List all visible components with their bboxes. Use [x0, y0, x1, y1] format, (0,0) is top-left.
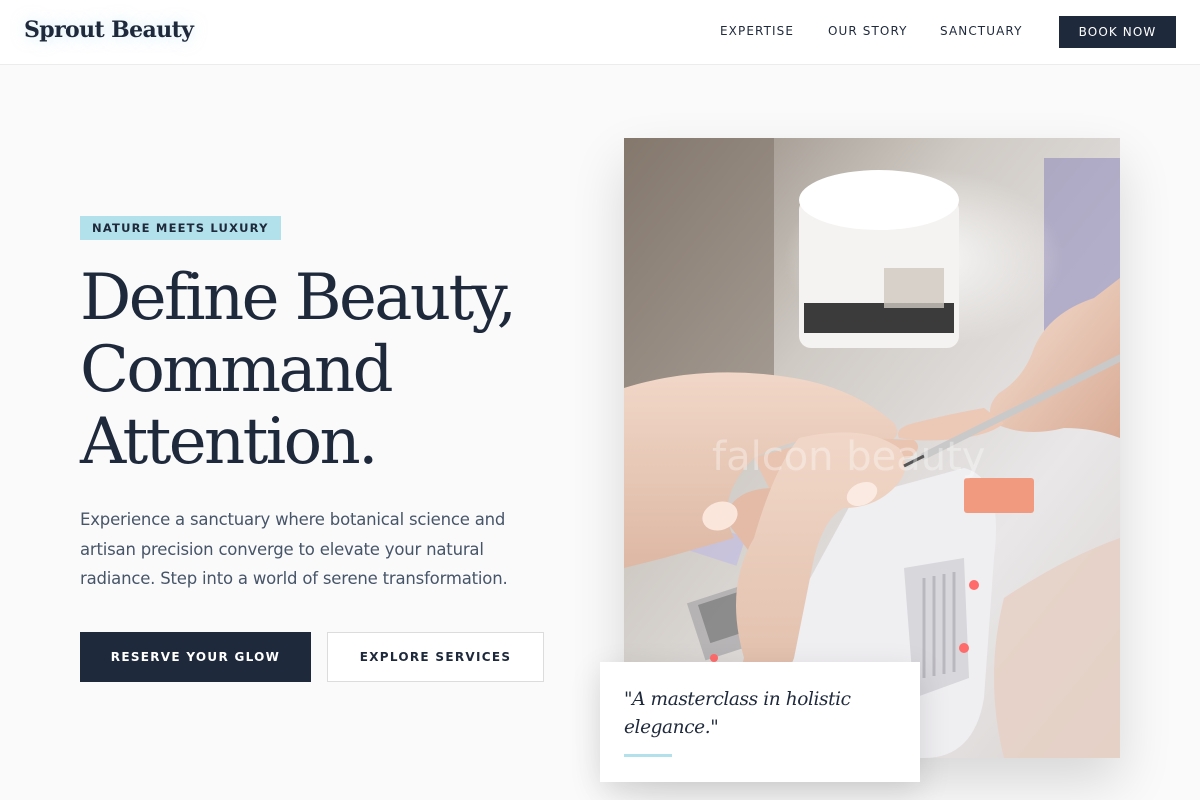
- nav-link-our-story[interactable]: OUR STORY: [828, 24, 908, 38]
- nav-link-expertise[interactable]: EXPERTISE: [720, 24, 794, 38]
- headline-line-2: Command: [80, 333, 394, 407]
- explore-services-button[interactable]: EXPLORE SERVICES: [327, 632, 544, 682]
- hero-tag-badge: NATURE MEETS LUXURY: [80, 216, 281, 240]
- reserve-your-glow-button[interactable]: RESERVE YOUR GLOW: [80, 632, 311, 682]
- hero-headline: Define Beauty, Command Attention.: [80, 262, 580, 478]
- nav-link-sanctuary[interactable]: SANCTUARY: [940, 24, 1023, 38]
- headline-line-3: Attention.: [80, 405, 379, 479]
- site-header: Sprout Beauty EXPERTISE OUR STORY SANCTU…: [0, 0, 1200, 65]
- testimonial-card: "A masterclass in holistic elegance.": [600, 662, 920, 782]
- book-now-button[interactable]: BOOK NOW: [1059, 16, 1176, 48]
- landing-page: Sprout Beauty EXPERTISE OUR STORY SANCTU…: [0, 0, 1200, 800]
- image-watermark: falcon beauty: [712, 434, 985, 480]
- brand-logo[interactable]: Sprout Beauty: [24, 17, 194, 43]
- testimonial-quote: "A masterclass in holistic elegance.": [624, 689, 851, 738]
- hero-description: Experience a sanctuary where botanical s…: [80, 510, 508, 588]
- headline-line-1: Define Beauty,: [80, 261, 517, 335]
- quote-accent-line: [624, 754, 672, 757]
